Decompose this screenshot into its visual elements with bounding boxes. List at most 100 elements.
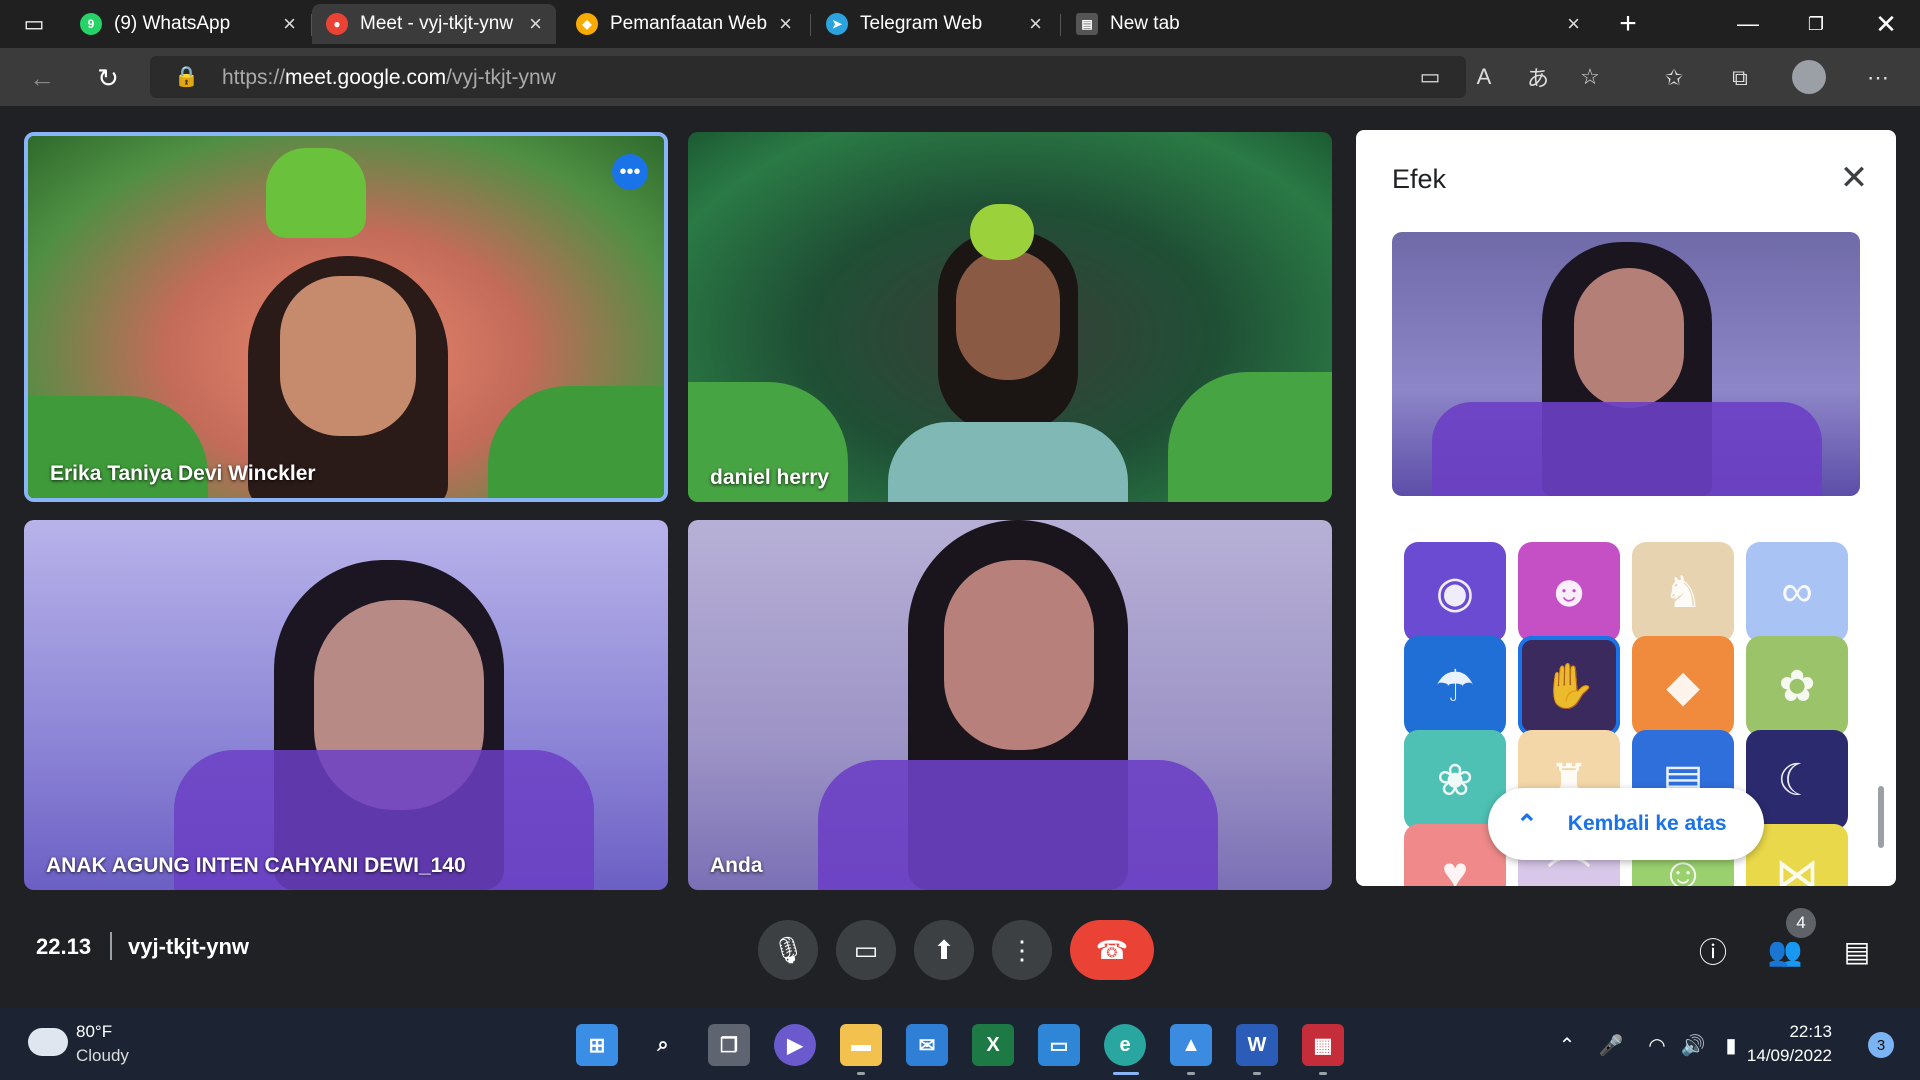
photos-icon[interactable]: ▲ bbox=[1170, 1024, 1212, 1066]
participant-name: ANAK AGUNG INTEN CAHYANI DEWI_140 bbox=[46, 854, 466, 877]
chat-button[interactable]: ▤ bbox=[1832, 926, 1882, 976]
divider bbox=[110, 932, 112, 960]
effect-option[interactable]: ☻ bbox=[1518, 542, 1620, 642]
bear-moon-effect-icon: ☾ bbox=[1777, 755, 1817, 805]
scrollbar[interactable] bbox=[1878, 786, 1884, 848]
telegram-icon: ➤ bbox=[826, 13, 848, 35]
info-icon: ⓘ bbox=[1698, 937, 1727, 968]
effects-panel: Efek ✕ ◉ ☻ ♞ ∞ ☂ ✋ ◆ ✿ ❀ ♜ ▤ ☾ ♥ ⌒ ☺ ⋈ ⌃ Kembali ke ata… bbox=[1356, 130, 1896, 886]
clock-time[interactable]: 22:13 bbox=[1789, 1022, 1832, 1042]
new-tab-button[interactable]: + bbox=[1600, 0, 1656, 48]
people-icon: 👥 bbox=[1767, 935, 1803, 967]
weather-temperature[interactable]: 80°F bbox=[76, 1022, 112, 1042]
participant-tile[interactable]: Anda bbox=[688, 520, 1332, 890]
desktop-app-icon[interactable]: ▭ bbox=[1038, 1024, 1080, 1066]
tab-pemanfaatan[interactable]: ◆ Pemanfaatan Web Sebaga × bbox=[562, 4, 806, 44]
more-menu-icon[interactable]: ⋯ bbox=[1860, 60, 1896, 96]
microphone-tray-icon[interactable]: 🎤 bbox=[1596, 1030, 1626, 1060]
restore-icon[interactable]: ❐ bbox=[1788, 0, 1844, 48]
tab-label: Pemanfaatan Web Sebaga bbox=[610, 13, 769, 34]
more-options-icon[interactable]: ••• bbox=[612, 154, 648, 190]
flower-effect-icon: ✿ bbox=[1778, 661, 1816, 711]
close-icon[interactable]: × bbox=[779, 11, 792, 37]
task-view-icon[interactable]: ❐ bbox=[708, 1024, 750, 1066]
camera-icon: ▭ bbox=[853, 934, 879, 965]
collections-icon[interactable]: ⧉ bbox=[1722, 60, 1758, 96]
back-to-top-button[interactable]: ⌃ Kembali ke atas bbox=[1488, 788, 1764, 860]
participant-tile[interactable]: ••• Erika Taniya Devi Winckler bbox=[24, 132, 668, 502]
participant-tile[interactable]: daniel herry bbox=[688, 132, 1332, 502]
participant-tile[interactable]: ANAK AGUNG INTEN CAHYANI DEWI_140 bbox=[24, 520, 668, 890]
camera-in-use-icon[interactable]: ▭ bbox=[1412, 59, 1448, 95]
close-icon[interactable]: × bbox=[283, 11, 296, 37]
purple-hands-effect bbox=[818, 760, 1218, 890]
url-scheme: https:// bbox=[222, 66, 286, 89]
participant-face bbox=[956, 250, 1060, 380]
more-options-button[interactable]: ⋮ bbox=[992, 920, 1052, 980]
wifi-icon[interactable]: ◠ bbox=[1642, 1030, 1672, 1060]
cat-glasses-effect-icon: ∞ bbox=[1781, 567, 1813, 616]
notification-badge[interactable]: 3 bbox=[1868, 1032, 1894, 1058]
back-arrow-icon[interactable]: ← bbox=[22, 58, 62, 98]
meeting-code: vyj-tkjt-ynw bbox=[128, 934, 250, 959]
cloud-icon[interactable] bbox=[28, 1028, 68, 1056]
effect-option[interactable]: ☂ bbox=[1404, 636, 1506, 736]
running-indicator bbox=[1253, 1072, 1261, 1075]
edge-icon[interactable]: e bbox=[1104, 1024, 1146, 1066]
microphone-button[interactable]: 🎙 bbox=[758, 920, 818, 980]
volume-icon[interactable]: 🔊 bbox=[1678, 1030, 1708, 1060]
leave-call-button[interactable]: ☎ bbox=[1070, 920, 1154, 980]
search-icon[interactable]: ⌕ bbox=[642, 1024, 684, 1066]
close-icon[interactable]: × bbox=[1567, 11, 1580, 37]
show-hidden-icons-icon[interactable]: ⌃ bbox=[1552, 1030, 1582, 1060]
clock-date[interactable]: 14/09/2022 bbox=[1747, 1046, 1832, 1066]
frog-hat bbox=[970, 204, 1034, 260]
close-window-icon[interactable]: ✕ bbox=[1858, 0, 1914, 48]
participant-face bbox=[280, 276, 416, 436]
camera-button[interactable]: ▭ bbox=[836, 920, 896, 980]
translate-icon[interactable]: あ bbox=[1520, 59, 1556, 95]
start-icon[interactable]: ⊞ bbox=[576, 1024, 618, 1066]
chat-app-icon[interactable]: ▶ bbox=[774, 1024, 816, 1066]
excel-icon[interactable]: X bbox=[972, 1024, 1014, 1066]
word-icon[interactable]: W bbox=[1236, 1024, 1278, 1066]
mendeley-icon[interactable]: ▦ bbox=[1302, 1024, 1344, 1066]
tab-meet[interactable]: ● Meet - vyj-tkjt-ynw × bbox=[312, 4, 556, 44]
effect-option[interactable]: ♞ bbox=[1632, 542, 1734, 642]
running-indicator bbox=[1319, 1072, 1327, 1075]
read-aloud-icon[interactable]: A bbox=[1466, 59, 1502, 95]
refresh-icon[interactable]: ↻ bbox=[88, 58, 128, 98]
close-icon[interactable]: × bbox=[1029, 11, 1042, 37]
favorites-icon[interactable]: ✩ bbox=[1656, 60, 1692, 96]
file-explorer-icon[interactable]: ▬ bbox=[840, 1024, 882, 1066]
meeting-info-button[interactable]: ⓘ bbox=[1688, 926, 1738, 976]
tab-actions-icon[interactable]: ▭ bbox=[6, 0, 62, 48]
meet-icon: ● bbox=[326, 13, 348, 35]
whatsapp-icon: 9 bbox=[80, 13, 102, 35]
minimize-icon[interactable]: — bbox=[1720, 0, 1776, 48]
tab-telegram[interactable]: ➤ Telegram Web × bbox=[812, 4, 1056, 44]
present-button[interactable]: ⬆ bbox=[914, 920, 974, 980]
tab-whatsapp[interactable]: 9 (9) WhatsApp × bbox=[66, 4, 310, 44]
monster-effect-icon: ◉ bbox=[1435, 567, 1475, 617]
profile-avatar[interactable] bbox=[1792, 60, 1826, 94]
add-favorite-icon[interactable]: ☆ bbox=[1572, 59, 1608, 95]
running-indicator bbox=[857, 1072, 865, 1075]
battery-icon[interactable]: ▮ bbox=[1716, 1030, 1746, 1060]
mail-icon[interactable]: ✉ bbox=[906, 1024, 948, 1066]
effect-option[interactable]: ✿ bbox=[1746, 636, 1848, 736]
effect-option[interactable]: ✋ bbox=[1518, 636, 1620, 736]
close-icon[interactable]: ✕ bbox=[1834, 158, 1874, 198]
lock-icon[interactable]: 🔒 bbox=[174, 64, 199, 89]
weather-description[interactable]: Cloudy bbox=[76, 1046, 129, 1066]
close-icon[interactable]: × bbox=[529, 11, 542, 37]
url-text[interactable]: https://meet.google.com/vyj-tkjt-ynw bbox=[222, 66, 556, 90]
bow-effect-icon: ⋈ bbox=[1775, 849, 1819, 887]
effect-option[interactable]: ◉ bbox=[1404, 542, 1506, 642]
effect-option[interactable]: ∞ bbox=[1746, 542, 1848, 642]
effect-option[interactable]: ◆ bbox=[1632, 636, 1734, 736]
tab-newtab[interactable]: ▤ New tab × bbox=[1062, 4, 1594, 44]
dog-effect-icon: ♞ bbox=[1663, 567, 1703, 617]
address-bar[interactable]: 🔒 https://meet.google.com/vyj-tkjt-ynw ▭… bbox=[150, 56, 1600, 98]
browser-tab-bar: ▭ 9 (9) WhatsApp × ● Meet - vyj-tkjt-ynw… bbox=[0, 0, 1920, 48]
